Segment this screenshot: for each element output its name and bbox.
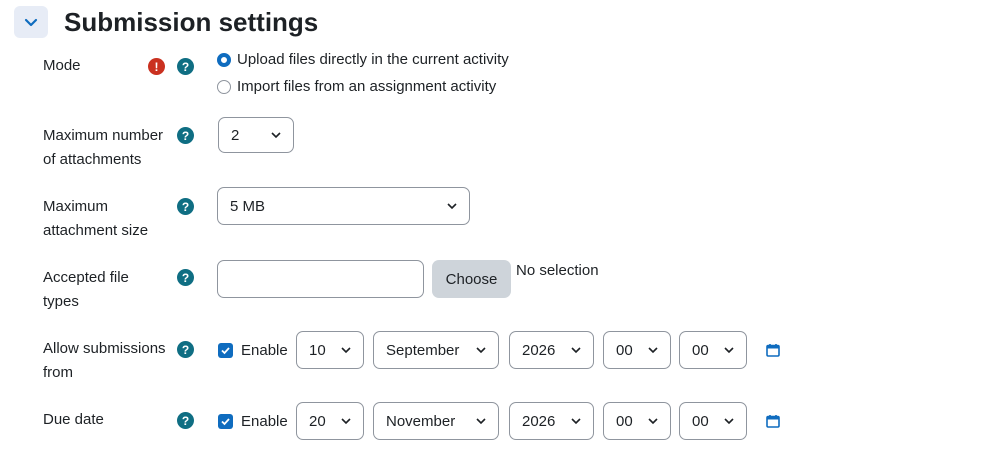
allow-from-enable-checkbox[interactable]	[218, 343, 233, 358]
radio-import[interactable]	[217, 79, 231, 94]
mode-label: Mode	[43, 57, 81, 74]
allow-from-minute-value: 00	[692, 341, 709, 359]
chevron-down-icon	[571, 347, 581, 354]
allow-from-month-select[interactable]: September	[373, 331, 499, 369]
chevron-down-icon	[648, 418, 658, 425]
due-date-enable-label: Enable	[241, 413, 288, 430]
allow-from-year-value: 2026	[522, 341, 556, 359]
due-date-minute-select[interactable]: 00	[679, 402, 747, 440]
collapse-section-button[interactable]	[14, 6, 48, 38]
help-icon[interactable]: ?	[177, 269, 194, 286]
section-title: Submission settings	[64, 6, 319, 37]
calendar-icon[interactable]	[766, 343, 780, 357]
max-attachments-label: Maximum number of attachments	[43, 124, 163, 172]
allow-from-hour-value: 00	[616, 341, 633, 359]
allow-from-year-select[interactable]: 2026	[509, 331, 594, 369]
help-icon[interactable]: ?	[177, 127, 194, 144]
mode-option-upload[interactable]: Upload files directly in the current act…	[217, 51, 509, 68]
due-date-month-value: November	[386, 412, 456, 430]
due-date-year-value: 2026	[522, 412, 556, 430]
max-attachments-value: 2	[231, 126, 240, 144]
mode-option-upload-label: Upload files directly in the current act…	[237, 51, 509, 68]
chevron-down-icon	[648, 347, 658, 354]
help-icon[interactable]: ?	[177, 198, 194, 215]
max-attachments-label-line2: of attachments	[43, 151, 142, 168]
due-date-day-select[interactable]: 20	[296, 402, 364, 440]
checkmark-icon	[221, 418, 230, 426]
chevron-down-icon	[341, 418, 351, 425]
chevron-down-icon	[476, 347, 486, 354]
checkmark-icon	[221, 347, 230, 355]
due-date-enable-checkbox[interactable]	[218, 414, 233, 429]
selection-status: No selection	[516, 262, 599, 279]
allow-from-label-line1: Allow submissions	[43, 340, 166, 357]
file-types-label-line1: Accepted file	[43, 269, 129, 286]
chevron-down-icon	[271, 132, 281, 139]
calendar-icon[interactable]	[766, 414, 780, 428]
max-attachments-label-line1: Maximum number	[43, 127, 164, 144]
due-date-hour-value: 00	[616, 412, 633, 430]
allow-from-month-value: September	[386, 341, 460, 359]
due-date-month-select[interactable]: November	[373, 402, 499, 440]
max-attachments-select[interactable]: 2	[218, 117, 294, 153]
due-date-label: Due date	[43, 411, 104, 428]
max-size-value: 5 MB	[230, 197, 266, 215]
allow-from-day-select[interactable]: 10	[296, 331, 364, 369]
allow-from-label-line2: from	[43, 364, 73, 381]
allow-from-label: Allow submissions from	[43, 337, 166, 385]
chevron-down-icon	[476, 418, 486, 425]
chevron-down-icon	[24, 18, 38, 27]
chevron-down-icon	[341, 347, 351, 354]
mode-option-import-label: Import files from an assignment activity	[237, 78, 497, 95]
help-icon[interactable]: ?	[177, 412, 194, 429]
max-size-label: Maximum attachment size	[43, 195, 148, 243]
chevron-down-icon	[724, 418, 734, 425]
chevron-down-icon	[724, 347, 734, 354]
max-size-select[interactable]: 5 MB	[217, 187, 470, 225]
allow-from-hour-select[interactable]: 00	[603, 331, 671, 369]
chevron-down-icon	[447, 203, 457, 210]
help-icon[interactable]: ?	[177, 341, 194, 358]
allow-from-enable-label: Enable	[241, 342, 288, 359]
chevron-down-icon	[571, 418, 581, 425]
file-types-label-line2: types	[43, 293, 79, 310]
mode-option-import[interactable]: Import files from an assignment activity	[217, 78, 496, 95]
max-size-label-line2: attachment size	[43, 222, 149, 239]
due-date-year-select[interactable]: 2026	[509, 402, 594, 440]
file-types-label: Accepted file types	[43, 266, 129, 314]
allow-from-minute-select[interactable]: 00	[679, 331, 747, 369]
file-types-input[interactable]	[217, 260, 424, 298]
choose-button[interactable]: Choose	[432, 260, 511, 298]
section-header: Submission settings	[14, 6, 318, 38]
due-date-day-value: 20	[309, 412, 326, 430]
max-size-label-line1: Maximum	[43, 198, 109, 215]
allow-from-day-value: 10	[309, 341, 326, 359]
help-icon[interactable]: ?	[177, 58, 194, 75]
due-date-hour-select[interactable]: 00	[603, 402, 671, 440]
due-date-minute-value: 00	[692, 412, 709, 430]
required-icon: !	[148, 58, 165, 75]
radio-upload[interactable]	[217, 52, 231, 67]
